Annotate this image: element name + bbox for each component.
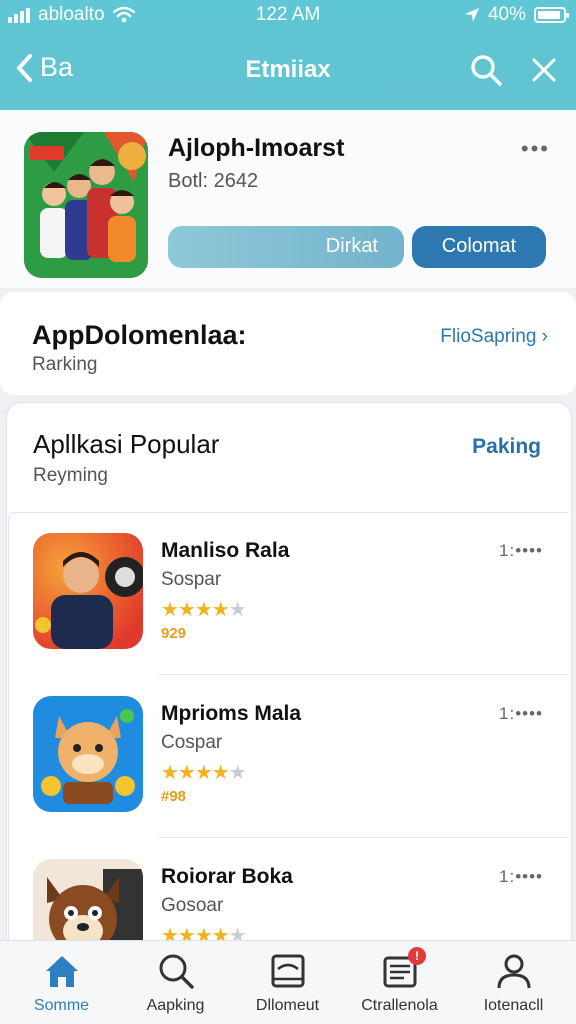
app-artwork bbox=[24, 132, 148, 278]
app-category: Sospar bbox=[161, 569, 222, 590]
app-category: Gosoar bbox=[161, 895, 224, 916]
tab-label: Ctrallenola bbox=[361, 997, 438, 1014]
person-icon bbox=[497, 954, 531, 989]
more-options-button[interactable]: ••• bbox=[521, 136, 550, 162]
tab-label: Somme bbox=[33, 997, 90, 1014]
app-icon bbox=[33, 533, 143, 649]
secondary-action-button[interactable]: Dirkat bbox=[168, 226, 404, 268]
divider bbox=[159, 837, 569, 838]
app-name: Ajloph-Imoarst bbox=[168, 134, 345, 162]
featured-section: AppDolomenlaa: Rarking FlioSapring › bbox=[0, 292, 576, 395]
notification-badge: ! bbox=[408, 947, 426, 965]
bottom-tab-bar: Somme Aapking Dllomeut ! Ctrallenola Iot… bbox=[0, 940, 576, 1024]
rank-indicator: 1:•••• bbox=[499, 541, 543, 560]
section-subtitle: Reyming bbox=[33, 465, 108, 486]
tab-profile[interactable]: Iotenacll bbox=[456, 941, 571, 1024]
app-category: Cospar bbox=[161, 732, 223, 753]
app-name: Mprioms Mala bbox=[161, 702, 302, 725]
divider bbox=[159, 674, 569, 675]
tab-label: Aapking bbox=[146, 997, 205, 1014]
rating-count: #98 bbox=[161, 788, 187, 805]
top-bar: abloalto 122 AM 40% Ba Etmiiax bbox=[0, 0, 576, 110]
app-artwork bbox=[33, 696, 143, 812]
section-title: Apllkasi Popular bbox=[33, 429, 220, 459]
status-bar: abloalto 122 AM 40% bbox=[0, 0, 576, 32]
primary-action-button[interactable]: Colomat bbox=[412, 226, 546, 268]
search-icon bbox=[159, 954, 194, 989]
search-icon[interactable] bbox=[468, 52, 504, 88]
ranking-link[interactable]: Paking bbox=[472, 435, 541, 459]
see-all-link[interactable]: FlioSapring › bbox=[440, 326, 548, 348]
nav-header: Ba Etmiiax bbox=[0, 42, 576, 100]
app-artwork bbox=[33, 533, 143, 649]
list-item[interactable]: Manliso Rala Sospar ★★★★★ 929 1:•••• bbox=[9, 513, 569, 675]
app-icon bbox=[24, 132, 148, 278]
app-name: Roiorar Boka bbox=[161, 865, 293, 888]
tab-search[interactable]: Aapking bbox=[118, 941, 233, 1024]
app-icon bbox=[33, 696, 143, 812]
app-subtitle: Botl: 2642 bbox=[168, 170, 259, 192]
section-title: AppDolomenlaa: bbox=[32, 320, 247, 350]
battery-percent: 40% bbox=[487, 4, 526, 25]
tab-home[interactable]: Somme bbox=[4, 941, 119, 1024]
rank-indicator: 1:•••• bbox=[499, 867, 543, 886]
battery-icon bbox=[534, 7, 569, 23]
tab-inbox[interactable]: Dllomeut bbox=[230, 941, 345, 1024]
tab-label: Dllomeut bbox=[255, 997, 320, 1014]
section-subtitle: Rarking bbox=[32, 354, 98, 375]
app-card: Ajloph-Imoarst Botl: 2642 ••• Dirkat Col… bbox=[0, 110, 576, 288]
tab-lists[interactable]: ! Ctrallenola bbox=[342, 941, 457, 1024]
list-item[interactable]: Mprioms Mala Cospar ★★★★★ #98 1:•••• bbox=[9, 676, 569, 838]
app-list: Manliso Rala Sospar ★★★★★ 929 1:•••• Mpr… bbox=[8, 512, 569, 975]
tab-label: Iotenacll bbox=[483, 997, 544, 1014]
rank-indicator: 1:•••• bbox=[499, 704, 543, 723]
close-icon[interactable] bbox=[526, 52, 562, 88]
rating-count: 929 bbox=[161, 625, 187, 642]
rating-stars: ★★★★★ bbox=[161, 762, 247, 784]
home-icon bbox=[46, 956, 78, 987]
rating-stars: ★★★★★ bbox=[161, 599, 247, 621]
inbox-icon bbox=[271, 954, 305, 988]
location-icon bbox=[464, 8, 479, 22]
app-name: Manliso Rala bbox=[161, 539, 290, 562]
